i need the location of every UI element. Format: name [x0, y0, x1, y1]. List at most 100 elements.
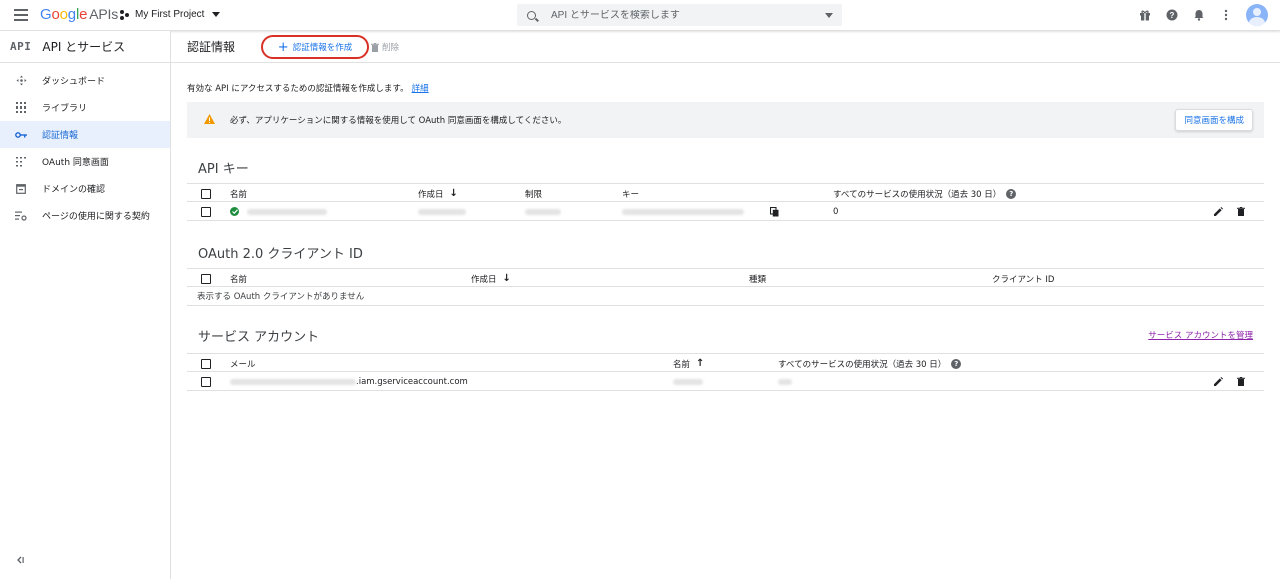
- project-selector[interactable]: My First Project: [120, 9, 221, 20]
- search-icon: [527, 10, 536, 20]
- column-header-key: キー: [622, 189, 640, 200]
- manage-service-accounts-link[interactable]: サービス アカウントを管理: [1148, 329, 1253, 341]
- column-header-email[interactable]: メール: [230, 354, 256, 373]
- create-credentials-button[interactable]: + 認証情報を作成: [261, 35, 369, 59]
- service-account-email[interactable]: .iam.gserviceaccount.com: [230, 372, 468, 391]
- select-all-checkbox[interactable]: [201, 188, 211, 199]
- consent-warning-banner: 必ず、アプリケーションに関する情報を使用して OAuth 同意画面を構成してくだ…: [187, 102, 1264, 138]
- table-header-row: 名前 作成日 ↓ 制限 キー すべてのサービスの使用状況（過去 30 日） ?: [187, 183, 1264, 202]
- email-domain: .iam.gserviceaccount.com: [356, 376, 468, 387]
- key-name-cell[interactable]: [230, 202, 327, 221]
- search-input[interactable]: [551, 9, 811, 21]
- learn-more-link[interactable]: 詳細: [412, 84, 429, 94]
- redacted-name: [673, 378, 703, 385]
- library-icon: [15, 102, 27, 114]
- select-all-checkbox[interactable]: [201, 358, 211, 369]
- empty-state-text: 表示する OAuth クライアントがありません: [187, 287, 1264, 306]
- add-icon: +: [277, 39, 289, 55]
- delete-label: 削除: [382, 43, 400, 53]
- sidebar: API API とサービス ダッシュボード ライブラリ 認証情報 OAuth 同…: [0, 31, 171, 579]
- delete-button[interactable]: 削除: [371, 41, 399, 53]
- api-logo-icon: API: [10, 40, 32, 53]
- warning-icon: [204, 113, 215, 127]
- column-header-label: すべてのサービスの使用状況（過去 30 日）: [833, 189, 1002, 200]
- column-header-created[interactable]: 作成日 ↓: [418, 184, 458, 203]
- project-icon: [120, 9, 130, 20]
- column-header-name[interactable]: 名前: [230, 269, 247, 288]
- page-title: 認証情報: [187, 40, 236, 54]
- more-vert-icon[interactable]: [1219, 8, 1233, 22]
- select-all-checkbox[interactable]: [201, 273, 211, 284]
- sidebar-item-domain-verification[interactable]: ドメインの確認: [0, 175, 170, 202]
- banner-text: 必ず、アプリケーションに関する情報を使用して OAuth 同意画面を構成してくだ…: [230, 116, 567, 126]
- api-keys-title: API キー: [198, 162, 249, 177]
- redacted-key: [622, 208, 744, 215]
- sidebar-item-label: 認証情報: [42, 131, 79, 141]
- copy-icon[interactable]: [770, 202, 779, 221]
- key-icon: [15, 129, 27, 141]
- sidebar-item-dashboard[interactable]: ダッシュボード: [0, 67, 170, 94]
- configure-consent-button[interactable]: 同意画面を構成: [1175, 109, 1253, 131]
- help-icon[interactable]: ?: [1165, 8, 1179, 22]
- sidebar-item-label: ドメインの確認: [42, 185, 106, 195]
- delete-icon[interactable]: [1237, 202, 1245, 221]
- redacted-usage: [778, 378, 792, 385]
- help-icon[interactable]: ?: [951, 358, 962, 369]
- search-expand-icon[interactable]: [825, 12, 833, 18]
- sidebar-item-page-usage-agreement[interactable]: ページの使用に関する契約: [0, 202, 170, 229]
- table-header-row: メール 名前 ↑ すべてのサービスの使用状況（過去 30 日） ?: [187, 353, 1264, 372]
- column-header-name[interactable]: 名前: [230, 184, 247, 203]
- main-menu-icon[interactable]: [14, 9, 28, 21]
- sidebar-item-oauth-consent[interactable]: OAuth 同意画面: [0, 148, 170, 175]
- sidebar-item-label: ページの使用に関する契約: [42, 212, 150, 222]
- sort-down-icon: ↓: [449, 188, 458, 199]
- sidebar-item-label: ダッシュボード: [42, 77, 106, 87]
- delete-icon[interactable]: [1237, 372, 1245, 391]
- svg-text:?: ?: [1170, 11, 1175, 20]
- sidebar-item-label: ライブラリ: [42, 104, 88, 114]
- description-text: 有効な API にアクセスするための認証情報を作成します。: [187, 84, 409, 94]
- oauth-clients-table: 名前 作成日 ↓ 種類 クライアント ID 表示する OAuth クライアントが…: [187, 268, 1264, 306]
- table-row: .iam.gserviceaccount.com: [187, 372, 1264, 391]
- account-avatar[interactable]: [1246, 4, 1268, 26]
- column-header-name[interactable]: 名前 ↑: [673, 354, 704, 373]
- trash-icon: [371, 42, 379, 52]
- search-bar[interactable]: [517, 4, 842, 26]
- redacted-email: [230, 378, 356, 385]
- dashboard-icon: [15, 75, 27, 87]
- sidebar-item-credentials[interactable]: 認証情報: [0, 121, 170, 148]
- edit-icon[interactable]: [1213, 372, 1223, 391]
- project-name: My First Project: [135, 9, 205, 20]
- domain-verification-icon: [15, 183, 27, 195]
- notifications-icon[interactable]: [1192, 8, 1206, 22]
- top-right-actions: ?: [1138, 4, 1268, 26]
- main-content: 認証情報 + 認証情報を作成 削除 有効な API にアクセスするための認証情報…: [171, 31, 1280, 579]
- check-circle-icon: [230, 207, 239, 216]
- sidebar-title: API とサービス: [42, 40, 126, 54]
- sort-up-icon: ↑: [696, 358, 705, 369]
- column-header-usage: すべてのサービスの使用状況（過去 30 日） ?: [833, 184, 1017, 203]
- redacted-name: [247, 208, 327, 215]
- collapse-sidebar-icon[interactable]: [16, 556, 24, 567]
- row-checkbox[interactable]: [201, 376, 211, 387]
- column-header-label: 作成日: [471, 274, 497, 285]
- help-icon[interactable]: ?: [1006, 188, 1017, 199]
- apis-wordmark: APIs: [89, 6, 118, 22]
- column-header-label: 名前: [673, 359, 691, 370]
- usage-value: 0: [833, 206, 839, 217]
- service-accounts-table: メール 名前 ↑ すべてのサービスの使用状況（過去 30 日） ? .iam.g…: [187, 353, 1264, 391]
- column-header-restriction: 制限: [525, 189, 543, 200]
- google-apis-logo[interactable]: Google APIs: [40, 6, 118, 23]
- create-credentials-label: 認証情報を作成: [292, 43, 353, 53]
- sidebar-header: API API とサービス: [0, 31, 170, 63]
- gift-icon[interactable]: [1138, 8, 1152, 22]
- column-header-label: 作成日: [418, 189, 444, 200]
- sidebar-item-library[interactable]: ライブラリ: [0, 94, 170, 121]
- column-header-created[interactable]: 作成日 ↓: [471, 269, 511, 288]
- edit-icon[interactable]: [1213, 202, 1223, 221]
- redacted-date: [418, 208, 466, 215]
- row-checkbox[interactable]: [201, 206, 211, 217]
- sidebar-nav: ダッシュボード ライブラリ 認証情報 OAuth 同意画面 ドメインの確認 ペー…: [0, 67, 170, 229]
- redacted-restriction: [525, 208, 561, 215]
- google-wordmark: Google: [40, 6, 88, 23]
